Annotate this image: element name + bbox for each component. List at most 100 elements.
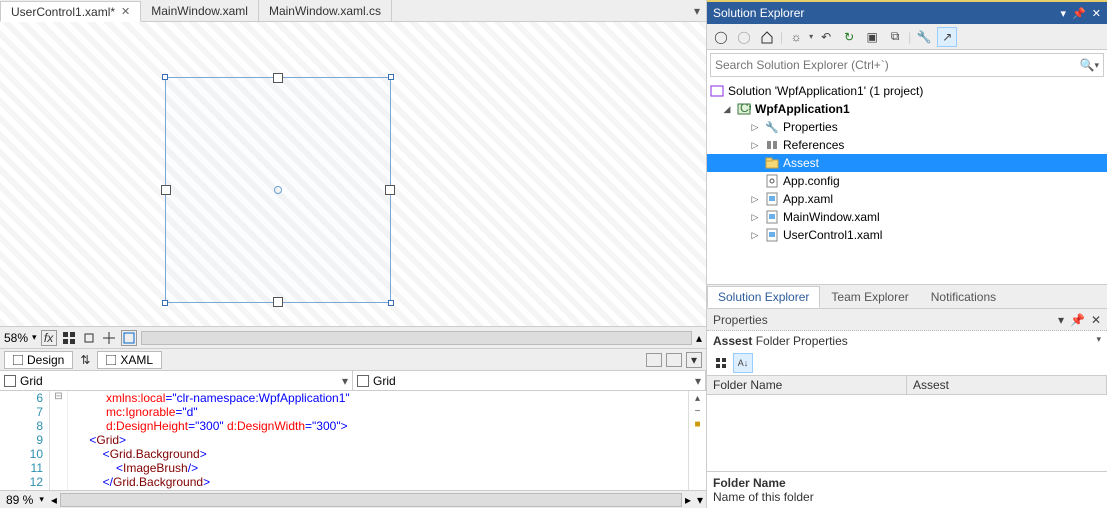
swap-icon[interactable]: ⇅ [77,352,93,368]
window-menu-icon[interactable]: ▾ [1058,313,1064,327]
expand-icon[interactable]: ▷ [749,140,761,151]
scroll-up-icon[interactable]: ▴ [696,331,702,345]
node-label: Solution 'WpfApplication1' (1 project) [728,84,923,98]
close-icon[interactable]: ✕ [1091,313,1101,327]
scroll-up-icon[interactable]: ▴ [695,393,700,404]
editor-zoom-value[interactable]: 89 % [0,493,39,507]
subtab-solution-explorer[interactable]: Solution Explorer [707,286,820,308]
chevron-down-icon[interactable]: ▾ [39,494,48,505]
project-node[interactable]: ◢ C# WpfApplication1 [707,100,1107,118]
config-icon [764,174,780,188]
grid-element-icon [4,375,16,387]
tab-label: MainWindow.xaml [151,4,248,18]
resize-handle-left[interactable] [161,185,171,195]
pin-icon[interactable]: 📌 [1072,7,1086,20]
combo-label: Grid [373,374,396,388]
show-all-icon[interactable]: ⧉ [885,27,905,47]
collapse-all-icon[interactable]: ▣ [862,27,882,47]
horizontal-scrollbar[interactable] [60,493,682,507]
chevron-down-icon[interactable]: ▾ [1096,334,1101,345]
tree-item[interactable]: ▷ UserControl1.xaml [707,226,1107,244]
refresh-icon[interactable]: ↻ [839,27,859,47]
solution-node[interactable]: Solution 'WpfApplication1' (1 project) [707,82,1107,100]
snapline-icon[interactable] [101,330,117,346]
element-combo-left[interactable]: Grid▾ [0,371,353,390]
categorized-icon[interactable] [711,353,731,373]
tab-mainwindow-cs[interactable]: MainWindow.xaml.cs [259,0,392,21]
tab-label: UserControl1.xaml* [11,5,115,19]
splitview-vertical-icon[interactable] [666,353,682,367]
search-icon[interactable]: 🔍 [1080,58,1095,72]
tab-mainwindow-xaml[interactable]: MainWindow.xaml [141,0,259,21]
tab-usercontrol1-xaml[interactable]: UserControl1.xaml* ✕ [0,1,141,22]
fx-icon[interactable]: fx [41,330,57,346]
code-icon [106,355,116,365]
pin-icon[interactable]: 📌 [1070,313,1085,327]
properties-grid-body[interactable] [707,395,1107,471]
designer-surface[interactable] [0,22,706,326]
snap-icon[interactable] [81,330,97,346]
chevron-down-icon[interactable]: ▾ [32,332,37,343]
zoom-value[interactable]: 58% [4,331,28,345]
split-icon[interactable]: − [695,406,701,417]
chevron-down-icon[interactable]: ▾ [342,374,348,388]
properties-object-selector[interactable]: Assest Folder Properties ▾ [707,331,1107,351]
usercontrol-selection[interactable] [165,77,391,303]
expand-icon[interactable]: ◢ [721,104,733,115]
scroll-down-icon[interactable]: ▾ [694,493,706,507]
subtab-team-explorer[interactable]: Team Explorer [820,286,919,308]
desc-text: Name of this folder [713,490,1101,504]
home-icon[interactable] [757,27,777,47]
properties-icon[interactable]: 🔧 [914,27,934,47]
resize-handle-top[interactable] [273,73,283,83]
close-icon[interactable]: ✕ [1092,7,1101,20]
resize-handle-right[interactable] [385,185,395,195]
outline-margin[interactable]: ⊟ [50,391,68,490]
rulers-icon[interactable] [121,330,137,346]
tabs-overflow-button[interactable]: ▾ [688,0,706,21]
csproj-icon: C# [736,102,752,116]
expand-icon[interactable]: ▷ [749,122,761,133]
preview-icon[interactable]: ↗ [937,27,957,47]
chevron-down-icon[interactable]: ▾ [695,374,701,388]
tree-item[interactable]: ▷ MainWindow.xaml [707,208,1107,226]
solution-search[interactable]: 🔍 ▾ [710,53,1104,77]
expand-icon[interactable]: ▷ [749,212,761,223]
expand-icon[interactable]: ▷ [749,230,761,241]
resize-handle-bottom[interactable] [273,297,283,307]
xaml-label: XAML [120,353,153,367]
tree-item[interactable]: Assest [707,154,1107,172]
close-icon[interactable]: ✕ [121,5,130,18]
sync-icon[interactable]: ↶ [816,27,836,47]
scroll-right-icon[interactable]: ▸ [682,493,694,507]
tree-item[interactable]: ▷ References [707,136,1107,154]
scroll-left-icon[interactable]: ◂ [48,493,60,507]
solution-tree[interactable]: Solution 'WpfApplication1' (1 project) ◢… [707,80,1107,284]
element-combo-right[interactable]: Grid ▾ [353,371,706,390]
xaml-button[interactable]: XAML [97,351,162,369]
window-menu-icon[interactable]: ▾ [1061,7,1067,20]
xaml-editor[interactable]: 6789101112 ⊟ xmlns:local="clr-namespace:… [0,390,706,490]
search-input[interactable] [715,58,1080,72]
expand-icon[interactable]: ▷ [749,194,761,205]
node-label: UserControl1.xaml [783,228,882,242]
alphabetical-icon[interactable]: A↓ [733,353,753,373]
properties-description: Folder Name Name of this folder [707,471,1107,508]
splitview-horizontal-icon[interactable] [646,353,662,367]
design-button[interactable]: Design [4,351,73,369]
horizontal-scrollbar[interactable] [141,331,692,345]
grid-icon[interactable] [61,330,77,346]
tree-item[interactable]: ▷ 🔧 Properties [707,118,1107,136]
col-name: Folder Name [707,376,907,394]
collapse-pane-icon[interactable]: ▾ [686,352,702,368]
subtab-notifications[interactable]: Notifications [920,286,1007,308]
back-icon[interactable]: ◯ [711,27,731,47]
forward-icon[interactable]: ◯ [734,27,754,47]
tree-item[interactable]: ▷ App.xaml [707,190,1107,208]
code-content[interactable]: xmlns:local="clr-namespace:WpfApplicatio… [68,391,688,490]
tree-item[interactable]: App.config [707,172,1107,190]
node-label: App.config [783,174,840,188]
solution-explorer-toolbar: ◯ ◯ | ☼ ▾ ↶ ↻ ▣ ⧉ | 🔧 ↗ [707,24,1107,50]
scope-icon[interactable]: ☼ [786,27,806,47]
node-label: Properties [783,120,838,134]
